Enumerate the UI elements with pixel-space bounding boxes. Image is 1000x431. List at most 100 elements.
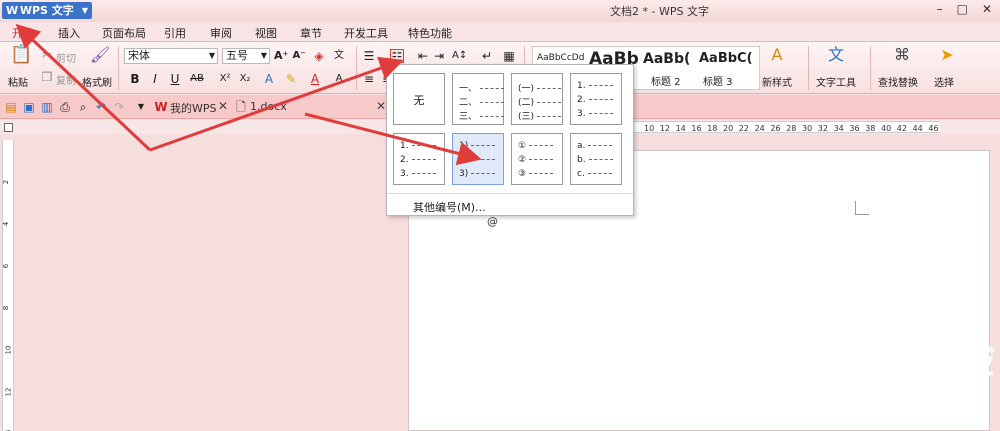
minimize-icon[interactable]: –: [937, 2, 943, 16]
close-icon[interactable]: ✕: [218, 99, 228, 113]
table-border-icon[interactable]: ▦: [502, 49, 516, 63]
print-icon[interactable]: ⎙: [58, 100, 72, 114]
text-cursor: @: [487, 215, 498, 228]
paste-button[interactable]: 粘贴: [8, 74, 28, 89]
print-preview-icon[interactable]: ⌕: [76, 100, 90, 114]
font-name-select[interactable]: 宋体 ▼: [124, 48, 218, 64]
numbering-placeholder: [537, 102, 562, 103]
copy-button[interactable]: 复制: [56, 72, 76, 87]
numbering-chinese-paren[interactable]: (一) (二) (三): [511, 73, 563, 125]
select-button[interactable]: 选择: [934, 74, 954, 89]
watermark-url: jingyan.baidu.com: [770, 388, 900, 404]
tab-page-layout[interactable]: 页面布局: [102, 25, 146, 41]
phonetic-icon[interactable]: 文: [332, 49, 346, 63]
numbering-chinese[interactable]: 一、 二、 三、: [452, 73, 505, 125]
numbering-line: ③: [518, 169, 554, 179]
cut-button[interactable]: 剪切: [56, 50, 76, 65]
numbering-letter[interactable]: a. b. c.: [570, 133, 622, 185]
tab-home[interactable]: 开始: [12, 25, 34, 41]
show-marks-icon[interactable]: ↵: [480, 49, 494, 63]
ruler-number: 34: [833, 124, 844, 133]
superscript-icon[interactable]: X²: [218, 72, 232, 86]
redo-icon[interactable]: ↷: [112, 100, 126, 114]
numbering-placeholder: [588, 145, 613, 146]
style-normal[interactable]: AaBbCcDd: [537, 53, 584, 63]
tab-review[interactable]: 审阅: [210, 25, 232, 41]
tab-stop-selector[interactable]: [4, 123, 13, 132]
clear-format-icon[interactable]: ◈: [312, 49, 326, 63]
scissors-icon[interactable]: ✂: [40, 48, 54, 62]
tab-view[interactable]: 视图: [255, 25, 277, 41]
underline-icon[interactable]: U: [168, 72, 182, 86]
close-icon[interactable]: ✕: [982, 2, 992, 16]
ruler-number: 14: [675, 124, 686, 133]
chinese-layout-icon[interactable]: A↕: [452, 49, 467, 63]
find-replace-button[interactable]: 查找替换: [878, 74, 918, 89]
save-icon[interactable]: ▣: [22, 100, 36, 114]
tab-my-wps[interactable]: 我的WPS: [170, 100, 217, 116]
numbering-marker: 三、: [459, 112, 478, 122]
paste-icon[interactable]: 📋: [10, 46, 32, 68]
subscript-icon[interactable]: X₂: [238, 72, 252, 86]
numbering-arabic-2[interactable]: 1. 2. 3.: [393, 133, 445, 185]
ruler-number: 28: [786, 124, 797, 133]
format-painter-button[interactable]: 格式刷: [82, 74, 112, 89]
ruler-number: 36: [849, 124, 860, 133]
style-heading-3[interactable]: AaBbC(: [699, 51, 759, 66]
numbering-circled[interactable]: ① ② ③: [511, 133, 563, 185]
grow-font-icon[interactable]: A⁺: [274, 49, 288, 63]
export-pdf-icon[interactable]: ▥: [40, 100, 54, 114]
numbering-line: 3.: [577, 109, 613, 119]
divider: [118, 46, 119, 90]
tab-document[interactable]: 1.docx: [250, 100, 287, 113]
chevron-down-icon[interactable]: ▼: [134, 100, 148, 114]
close-icon[interactable]: ✕: [376, 99, 386, 113]
text-effect-icon[interactable]: A: [262, 72, 276, 86]
italic-icon[interactable]: I: [148, 72, 162, 86]
tab-special[interactable]: 特色功能: [408, 25, 452, 41]
new-style-icon[interactable]: A: [770, 47, 784, 63]
numbering-line: 2): [459, 155, 496, 165]
more-numbering-item[interactable]: 其他编号(M)...: [413, 199, 486, 215]
char-border-icon[interactable]: A: [332, 72, 346, 86]
ruler-number: 24: [754, 124, 765, 133]
brush-icon[interactable]: 🖌: [90, 47, 110, 63]
numbering-none[interactable]: 无: [393, 73, 445, 125]
font-color-icon[interactable]: A: [308, 72, 322, 86]
open-icon[interactable]: ▤: [4, 100, 18, 114]
tab-chapter[interactable]: 章节: [300, 25, 322, 41]
tab-references[interactable]: 引用: [164, 25, 186, 41]
numbering-arabic[interactable]: 1. 2. 3.: [570, 73, 622, 125]
decrease-indent-icon[interactable]: ⇤: [416, 49, 430, 63]
numbering-marker: ③: [518, 169, 527, 179]
shrink-font-icon[interactable]: A⁻: [292, 49, 306, 63]
style-heading-2[interactable]: AaBb(: [643, 51, 699, 67]
font-size-select[interactable]: 五号 ▼: [222, 48, 270, 64]
bullet-list-icon[interactable]: ☰: [362, 49, 376, 63]
text-tools-icon[interactable]: 文: [828, 47, 844, 63]
cursor-icon[interactable]: ➤: [940, 47, 954, 63]
ruler-number: 18: [707, 124, 718, 133]
align-left-icon[interactable]: ≡: [362, 72, 376, 86]
binoculars-icon[interactable]: ⌘: [894, 47, 910, 63]
numbered-list-icon[interactable]: ☷: [390, 49, 404, 64]
bold-icon[interactable]: B: [128, 72, 142, 86]
margin-mark: [855, 201, 869, 215]
maximize-icon[interactable]: □: [957, 2, 968, 16]
copy-icon[interactable]: ❐: [40, 70, 54, 84]
window-controls: – □ ✕: [937, 2, 992, 16]
vertical-ruler[interactable]: 2468101214: [2, 140, 14, 431]
numbering-placeholder: [471, 173, 496, 174]
strikethrough-icon[interactable]: AB: [190, 72, 204, 86]
tab-insert[interactable]: 插入: [58, 25, 80, 41]
tab-developer[interactable]: 开发工具: [344, 25, 388, 41]
numbering-arabic-paren[interactable]: 1) 2) 3): [452, 133, 504, 185]
numbering-line: ①: [518, 141, 554, 151]
increase-indent-icon[interactable]: ⇥: [432, 49, 446, 63]
new-style-button[interactable]: 新样式: [762, 74, 792, 89]
app-menu-button[interactable]: W WPS 文字 ▼: [2, 2, 92, 19]
ruler-number: 20: [723, 124, 734, 133]
undo-icon[interactable]: ↶: [94, 100, 108, 114]
highlight-icon[interactable]: ✎: [284, 72, 298, 86]
text-tools-button[interactable]: 文字工具: [816, 74, 856, 89]
